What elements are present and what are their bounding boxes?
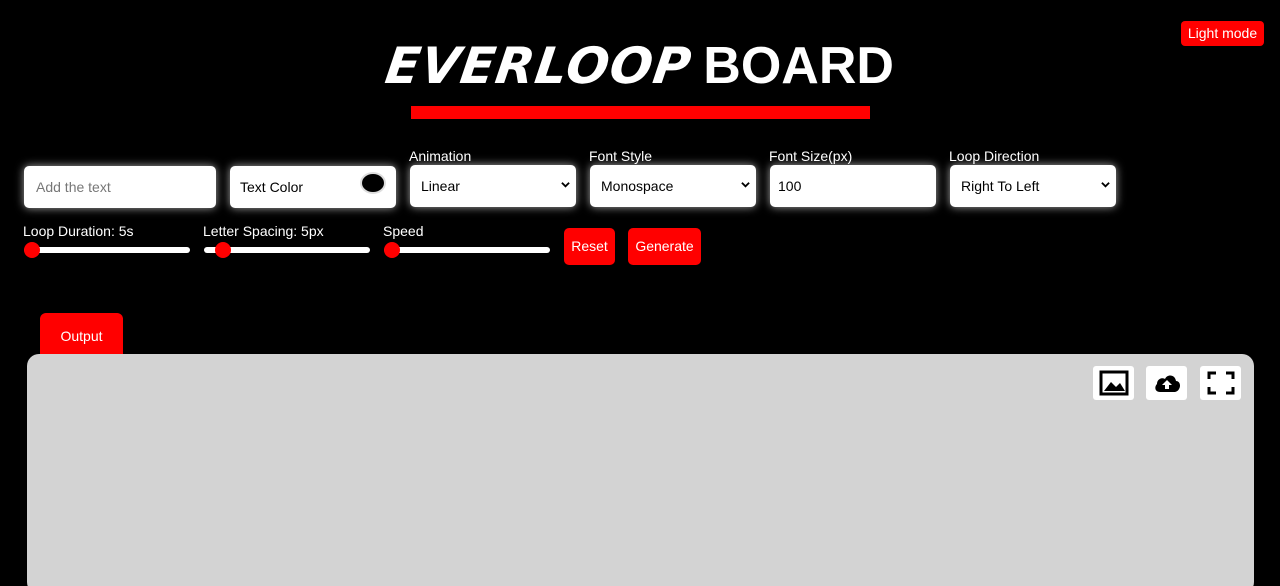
- letter-spacing-label: Letter Spacing: 5px: [203, 223, 324, 239]
- image-button[interactable]: [1093, 366, 1134, 400]
- title-underline: [411, 106, 870, 119]
- upload-button[interactable]: [1146, 366, 1187, 400]
- chevron-down-icon: [1101, 182, 1110, 188]
- tab-output[interactable]: Output: [40, 313, 123, 357]
- text-input-placeholder: Add the text: [36, 179, 111, 195]
- text-color-label: Text Color: [240, 179, 304, 195]
- title-everloop: EVERLOOP: [381, 37, 696, 95]
- font-style-value: Monospace: [601, 178, 674, 194]
- letter-spacing-slider-thumb[interactable]: [214, 242, 231, 258]
- output-panel: [27, 354, 1254, 586]
- reset-button[interactable]: Reset: [564, 228, 615, 265]
- fullscreen-icon: [1207, 371, 1234, 395]
- font-style-label: Font Style: [589, 148, 653, 164]
- loop-duration-slider-thumb[interactable]: [24, 242, 40, 258]
- chevron-down-icon: [741, 182, 750, 188]
- chevron-down-icon: [561, 182, 570, 188]
- fullscreen-button[interactable]: [1200, 366, 1241, 400]
- generate-button[interactable]: Generate: [628, 228, 701, 265]
- cloud-upload-icon: [1154, 375, 1180, 392]
- font-size-label: Font Size(px): [769, 148, 853, 164]
- image-icon: [1099, 370, 1128, 396]
- loop-direction-select[interactable]: Right To Left: [950, 165, 1116, 207]
- title-board: BOARD: [703, 37, 894, 95]
- loop-direction-label: Loop Direction: [949, 148, 1040, 164]
- font-style-select[interactable]: Monospace: [590, 165, 756, 207]
- letter-spacing-slider[interactable]: [204, 242, 370, 258]
- loop-duration-slider[interactable]: [24, 242, 190, 258]
- loop-direction-value: Right To Left: [961, 178, 1040, 194]
- color-swatch[interactable]: [360, 172, 386, 194]
- speed-slider-thumb[interactable]: [384, 242, 400, 258]
- animation-label: Animation: [409, 148, 472, 164]
- page-title: EVERLOOP BOARD: [0, 36, 1280, 96]
- speed-slider[interactable]: [384, 242, 550, 258]
- tab-output-label: Output: [60, 328, 103, 344]
- font-size-input[interactable]: 100: [770, 165, 936, 207]
- text-input[interactable]: Add the text: [24, 166, 216, 208]
- speed-label: Speed: [383, 223, 424, 239]
- animation-select[interactable]: Linear: [410, 165, 576, 207]
- loop-duration-label: Loop Duration: 5s: [23, 223, 134, 239]
- font-size-value: 100: [778, 178, 802, 194]
- animation-value: Linear: [421, 178, 460, 194]
- text-color-picker[interactable]: Text Color: [230, 166, 396, 208]
